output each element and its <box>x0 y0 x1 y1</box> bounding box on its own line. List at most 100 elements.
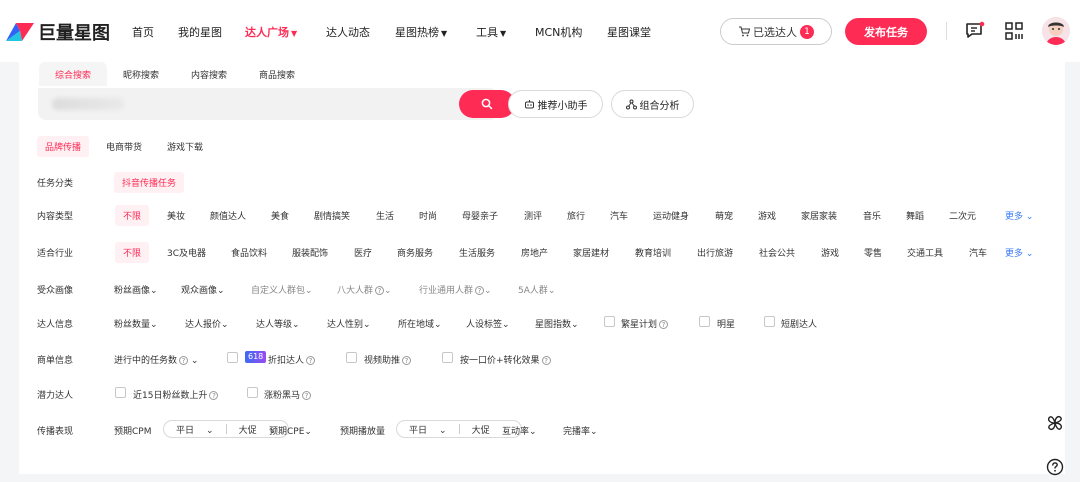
search-input[interactable] <box>38 88 515 120</box>
creator-price-dropdown[interactable]: 达人报价⌄ <box>185 317 229 330</box>
content-type-all[interactable]: 不限 <box>115 205 150 226</box>
content-type-option[interactable]: 颜值达人 <box>210 209 246 222</box>
persona-tag-dropdown[interactable]: 人设标签⌄ <box>466 317 510 330</box>
industry-option[interactable]: 零售 <box>864 246 882 259</box>
eight-groups-dropdown[interactable]: 八大人群? ⌄ <box>337 283 392 296</box>
help-icon[interactable]: ? <box>302 391 312 400</box>
search-button[interactable] <box>459 90 515 118</box>
content-type-option[interactable]: 剧情搞笑 <box>314 209 350 222</box>
industry-option[interactable]: 汽车 <box>969 246 987 259</box>
help-icon[interactable]: ? <box>475 286 485 295</box>
creator-gender-dropdown[interactable]: 达人性别⌄ <box>327 317 371 330</box>
tab-content-search[interactable]: 内容搜索 <box>175 62 243 86</box>
nav-tools[interactable]: 工具 ▼ <box>476 24 506 40</box>
one-price-checkbox[interactable] <box>442 352 453 363</box>
ongoing-tasks-dropdown[interactable]: 进行中的任务数? ⌄ <box>114 353 198 366</box>
creator-level-dropdown[interactable]: 达人等级⌄ <box>256 317 300 330</box>
content-type-option[interactable]: 时尚 <box>419 209 437 222</box>
content-type-more-link[interactable]: 更多 ⌄ <box>1005 209 1033 222</box>
cpe-dropdown[interactable]: 预期CPE⌄ <box>269 424 312 437</box>
content-type-option[interactable]: 音乐 <box>863 209 881 222</box>
weekday-dropdown[interactable]: 平日 ⌄ <box>397 423 459 436</box>
content-type-option[interactable]: 家居家装 <box>801 209 837 222</box>
nav-my-xingtu[interactable]: 我的星图 <box>178 24 222 40</box>
industry-option[interactable]: 3C及电器 <box>167 246 206 259</box>
task-category-tag[interactable]: 抖音传播任务 <box>114 172 185 193</box>
nav-home[interactable]: 首页 <box>132 24 154 40</box>
content-type-option[interactable]: 美食 <box>271 209 289 222</box>
content-type-option[interactable]: 母婴亲子 <box>462 209 498 222</box>
nav-mcn[interactable]: MCN机构 <box>535 24 582 40</box>
help-icon[interactable]: ? <box>306 356 316 365</box>
fan-profile-dropdown[interactable]: 粉丝画像⌄ <box>114 283 158 296</box>
pinwheel-icon[interactable] <box>1044 412 1066 434</box>
industry-option[interactable]: 教育培训 <box>635 246 671 259</box>
industry-audience-dropdown[interactable]: 行业通用人群? ⌄ <box>419 283 492 296</box>
user-avatar[interactable] <box>1042 17 1070 45</box>
industry-option[interactable]: 家居建材 <box>573 246 609 259</box>
industry-option[interactable]: 出行旅游 <box>697 246 733 259</box>
tab-nickname-search[interactable]: 昵称搜索 <box>107 62 175 86</box>
grid-menu-icon[interactable] <box>1005 22 1023 40</box>
nav-hot-list[interactable]: 星图热榜 ▼ <box>395 24 447 40</box>
selected-creators-button[interactable]: 已选达人 1 <box>720 18 832 45</box>
nav-class[interactable]: 星图课堂 <box>607 24 651 40</box>
content-type-option[interactable]: 游戏 <box>758 209 776 222</box>
celebrity-checkbox[interactable] <box>699 316 710 327</box>
tab-comprehensive-search[interactable]: 综合搜索 <box>39 62 108 86</box>
help-icon[interactable]: ? <box>179 356 189 365</box>
subtab-game-download[interactable]: 游戏下载 <box>159 136 211 157</box>
content-type-option[interactable]: 生活 <box>376 209 394 222</box>
industry-option[interactable]: 社会公共 <box>759 246 795 259</box>
completion-rate-dropdown[interactable]: 完播率⌄ <box>563 424 598 437</box>
industry-option[interactable]: 生活服务 <box>459 246 495 259</box>
industry-option[interactable]: 商务服务 <box>397 246 433 259</box>
short-drama-checkbox[interactable] <box>764 316 775 327</box>
nav-creator-dynamics[interactable]: 达人动态 <box>326 24 370 40</box>
fans-rising-checkbox[interactable] <box>115 387 126 398</box>
industry-more-link[interactable]: 更多 ⌄ <box>1005 246 1033 259</box>
help-icon[interactable]: ? <box>375 286 385 295</box>
interaction-rate-dropdown[interactable]: 互动率⌄ <box>502 424 537 437</box>
xingtu-index-dropdown[interactable]: 星图指数⌄ <box>535 317 579 330</box>
recommend-assistant-button[interactable]: 推荐小助手 <box>508 90 603 118</box>
help-circle-icon[interactable] <box>1046 458 1064 476</box>
region-dropdown[interactable]: 所在地域⌄ <box>398 317 442 330</box>
content-type-option[interactable]: 萌宠 <box>715 209 733 222</box>
industry-option[interactable]: 服装配饰 <box>292 246 328 259</box>
publish-task-button[interactable]: 发布任务 <box>845 18 927 45</box>
viewer-profile-dropdown[interactable]: 观众画像⌄ <box>181 283 225 296</box>
subtab-brand-spread[interactable]: 品牌传播 <box>37 136 90 157</box>
industry-all[interactable]: 不限 <box>115 242 150 263</box>
industry-option[interactable]: 交通工具 <box>907 246 943 259</box>
help-icon[interactable]: ? <box>402 356 412 365</box>
dark-horse-checkbox[interactable] <box>247 387 258 398</box>
industry-option[interactable]: 医疗 <box>354 246 372 259</box>
help-icon[interactable]: ? <box>541 356 551 365</box>
custom-audience-dropdown[interactable]: 自定义人群包⌄ <box>251 283 313 296</box>
content-type-option[interactable]: 运动健身 <box>653 209 689 222</box>
5a-audience-dropdown[interactable]: 5A人群⌄ <box>518 283 555 296</box>
help-icon[interactable]: ? <box>659 320 669 329</box>
brand-logo[interactable]: 巨量星图 <box>6 20 110 44</box>
content-type-option[interactable]: 测评 <box>524 209 542 222</box>
content-type-option[interactable]: 汽车 <box>610 209 628 222</box>
message-icon[interactable] <box>964 21 986 41</box>
fanxing-plan-checkbox[interactable] <box>604 316 615 327</box>
tab-product-search[interactable]: 商品搜索 <box>243 62 311 86</box>
discount-creator-checkbox[interactable] <box>227 352 238 363</box>
industry-option[interactable]: 食品饮料 <box>231 246 267 259</box>
fans-count-dropdown[interactable]: 粉丝数量⌄ <box>114 317 158 330</box>
subtab-ecommerce[interactable]: 电商带货 <box>98 136 150 157</box>
content-type-option[interactable]: 旅行 <box>567 209 585 222</box>
industry-option[interactable]: 房地产 <box>521 246 548 259</box>
help-icon[interactable]: ? <box>209 391 219 400</box>
combo-analysis-button[interactable]: 组合分析 <box>611 90 694 118</box>
content-type-option[interactable]: 二次元 <box>949 209 976 222</box>
content-type-option[interactable]: 美妆 <box>167 209 185 222</box>
video-boost-checkbox[interactable] <box>346 352 357 363</box>
content-type-option[interactable]: 舞蹈 <box>906 209 924 222</box>
nav-creator-plaza[interactable]: 达人广场 ▼ <box>245 24 297 40</box>
weekday-dropdown[interactable]: 平日 ⌄ <box>164 423 226 436</box>
industry-option[interactable]: 游戏 <box>821 246 839 259</box>
